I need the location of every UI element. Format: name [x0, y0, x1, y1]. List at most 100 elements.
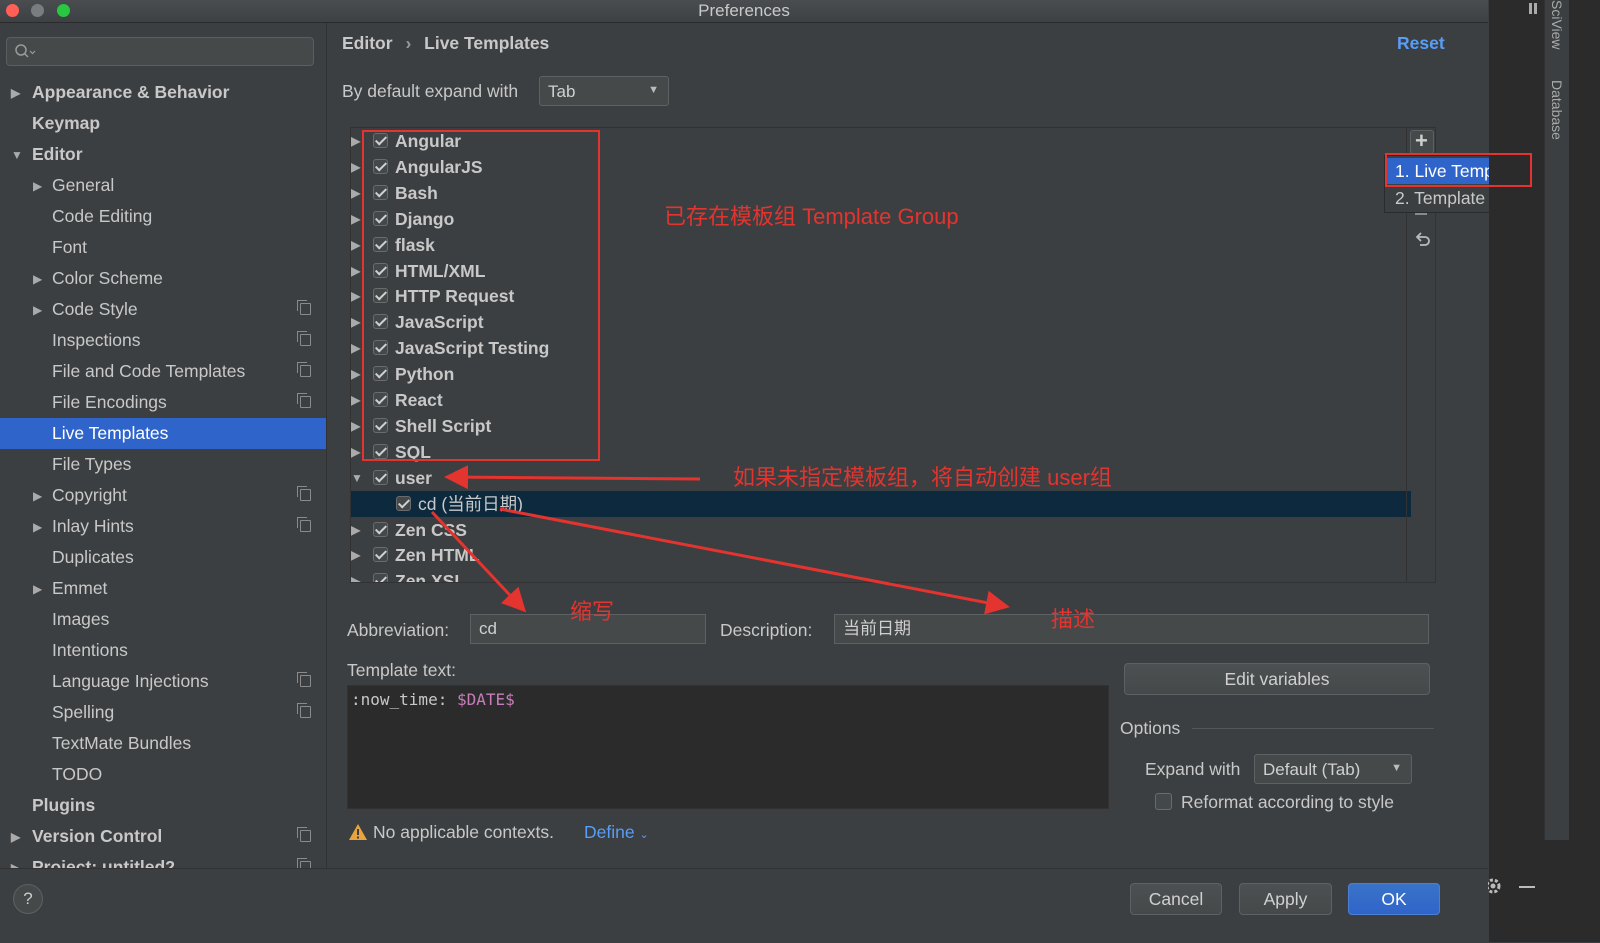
- sciview-tab[interactable]: SciView: [1549, 0, 1565, 50]
- apply-button[interactable]: Apply: [1239, 883, 1332, 915]
- sidebar-item[interactable]: ▶ General: [0, 170, 326, 201]
- sidebar-item[interactable]: Spelling: [0, 697, 326, 728]
- chevron-right-icon[interactable]: ▶: [351, 258, 360, 284]
- sidebar-item[interactable]: Plugins: [0, 790, 326, 821]
- define-link[interactable]: Define ⌄: [584, 822, 649, 843]
- chevron-right-icon[interactable]: ▶: [33, 264, 42, 295]
- chevron-right-icon[interactable]: ▶: [351, 232, 360, 258]
- sidebar-item-label: Inspections: [52, 330, 141, 350]
- chevron-right-icon[interactable]: ▶: [351, 154, 360, 180]
- chevron-right-icon[interactable]: ▶: [351, 283, 360, 309]
- sidebar-item-label: Code Style: [52, 299, 138, 319]
- chevron-right-icon[interactable]: ▶: [351, 517, 360, 543]
- chevron-down-icon[interactable]: ▼: [351, 465, 363, 491]
- sidebar-item[interactable]: Language Injections: [0, 666, 326, 697]
- template-checkbox[interactable]: [373, 469, 388, 485]
- sidebar-item[interactable]: ▶ Inlay Hints: [0, 511, 326, 542]
- reset-link[interactable]: Reset: [1397, 33, 1445, 54]
- chevron-right-icon[interactable]: ▶: [351, 361, 360, 387]
- chevron-down-icon[interactable]: ▼: [11, 140, 23, 171]
- template-checkbox[interactable]: [373, 521, 388, 537]
- chevron-right-icon[interactable]: ▶: [351, 309, 360, 335]
- chevron-right-icon[interactable]: ▶: [11, 78, 20, 109]
- sidebar-item[interactable]: ▶ Copyright: [0, 480, 326, 511]
- sidebar-item[interactable]: Intentions: [0, 635, 326, 666]
- template-text-editor[interactable]: :now_time: $DATE$: [347, 685, 1109, 809]
- zoom-window-button[interactable]: [57, 4, 70, 17]
- sidebar-item[interactable]: ▶ Emmet: [0, 573, 326, 604]
- pause-icon[interactable]: [1529, 3, 1532, 14]
- chevron-right-icon[interactable]: ▶: [351, 413, 360, 439]
- chevron-right-icon[interactable]: ▶: [33, 171, 42, 202]
- chevron-right-icon[interactable]: ▶: [351, 128, 360, 154]
- minimize-panel-icon[interactable]: [1519, 886, 1535, 888]
- annotation-description: 描述: [1051, 607, 1096, 632]
- remove-button[interactable]: [1415, 213, 1427, 215]
- help-button[interactable]: ?: [13, 884, 43, 914]
- project-settings-icon: [297, 486, 311, 501]
- template-label: user: [395, 467, 432, 488]
- annotation-existing-groups: 已存在模板组 Template Group: [664, 204, 959, 229]
- chevron-right-icon[interactable]: ▶: [351, 206, 360, 232]
- add-button[interactable]: +: [1410, 128, 1434, 154]
- sidebar-item[interactable]: Keymap: [0, 108, 326, 139]
- sidebar-item[interactable]: TextMate Bundles: [0, 728, 326, 759]
- chevron-right-icon[interactable]: ▶: [351, 568, 360, 582]
- breadcrumb-editor[interactable]: Editor: [342, 33, 393, 53]
- undo-icon[interactable]: [1413, 231, 1433, 251]
- sidebar-item[interactable]: TODO: [0, 759, 326, 790]
- chevron-right-icon[interactable]: ▶: [351, 335, 360, 361]
- minimize-window-button[interactable]: [31, 4, 44, 17]
- sidebar-item[interactable]: File and Code Templates: [0, 356, 326, 387]
- chevron-right-icon[interactable]: ▶: [351, 180, 360, 206]
- chevron-right-icon[interactable]: ▶: [33, 295, 42, 326]
- edit-variables-button[interactable]: Edit variables: [1124, 663, 1430, 695]
- chevron-right-icon[interactable]: ▶: [33, 574, 42, 605]
- sidebar-item[interactable]: ▶ Version Control: [0, 821, 326, 852]
- template-group[interactable]: ▶ Zen XSL: [351, 568, 1411, 583]
- sidebar-item[interactable]: ▶ Code Style: [0, 294, 326, 325]
- sidebar-item[interactable]: Live Templates: [0, 418, 326, 449]
- template-checkbox[interactable]: [373, 547, 388, 563]
- chevron-right-icon[interactable]: ▶: [33, 481, 42, 512]
- description-input[interactable]: 当前日期: [834, 614, 1429, 644]
- sidebar-item[interactable]: Duplicates: [0, 542, 326, 573]
- sidebar-item[interactable]: Font: [0, 232, 326, 263]
- reformat-checkbox[interactable]: [1155, 793, 1172, 810]
- template-group[interactable]: ▶ Zen CSS: [351, 517, 1411, 543]
- sidebar-item-label: File Types: [52, 454, 132, 474]
- sidebar-item-label: Keymap: [32, 113, 101, 133]
- close-window-button[interactable]: [6, 4, 19, 17]
- chevron-right-icon[interactable]: ▶: [351, 387, 360, 413]
- template-item[interactable]: cd (当前日期): [351, 490, 1411, 517]
- sidebar-item[interactable]: File Types: [0, 449, 326, 480]
- sidebar-item[interactable]: Inspections: [0, 325, 326, 356]
- ok-button[interactable]: OK: [1348, 883, 1440, 915]
- settings-search-input[interactable]: [6, 37, 314, 66]
- template-group[interactable]: ▶ Zen HTML: [351, 542, 1411, 568]
- sidebar-item[interactable]: ▶ Appearance & Behavior: [0, 77, 326, 108]
- template-checkbox[interactable]: [396, 495, 411, 511]
- chevron-right-icon[interactable]: ▶: [351, 439, 360, 465]
- sidebar-item[interactable]: ▼ Editor: [0, 139, 326, 170]
- template-text-content: :now_time:: [351, 690, 457, 709]
- sidebar-item[interactable]: Images: [0, 604, 326, 635]
- chevron-right-icon[interactable]: ▶: [11, 822, 20, 853]
- expand-with-dropdown[interactable]: Default (Tab) ▼: [1254, 754, 1412, 784]
- template-checkbox[interactable]: [373, 573, 388, 582]
- sidebar-item[interactable]: File Encodings: [0, 387, 326, 418]
- cancel-button[interactable]: Cancel: [1130, 883, 1222, 915]
- sidebar-item-label: Copyright: [52, 485, 127, 505]
- chevron-right-icon[interactable]: ▶: [33, 512, 42, 543]
- sidebar-item-label: Language Injections: [52, 671, 209, 691]
- template-label: Zen XSL: [395, 571, 466, 583]
- default-expand-dropdown[interactable]: Tab ▼: [539, 76, 669, 106]
- chevron-right-icon[interactable]: ▶: [351, 542, 360, 568]
- sidebar-item[interactable]: Code Editing: [0, 201, 326, 232]
- options-label: Options: [1120, 718, 1181, 738]
- project-settings-icon: [297, 672, 311, 687]
- database-tab[interactable]: Database: [1549, 80, 1565, 140]
- sidebar-item[interactable]: ▶ Color Scheme: [0, 263, 326, 294]
- sidebar-item-label: General: [52, 175, 115, 195]
- template-variable: $DATE$: [456, 690, 515, 709]
